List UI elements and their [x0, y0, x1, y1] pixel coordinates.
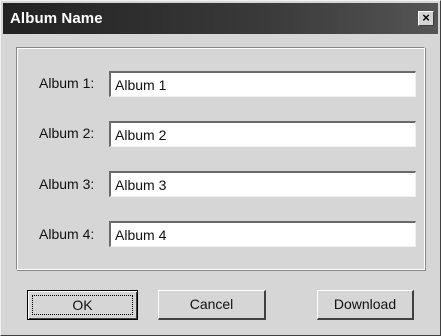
album-3-label: Album 3:: [39, 176, 95, 192]
close-icon[interactable]: ×: [418, 11, 434, 26]
album-name-dialog: Album Name × Album 1: Album 2: Album 3: …: [0, 0, 441, 336]
album-4-input[interactable]: [109, 221, 416, 247]
ok-button[interactable]: OK: [27, 290, 138, 320]
album-1-label: Album 1:: [39, 75, 95, 91]
title-bar[interactable]: Album Name ×: [3, 3, 438, 34]
album-3-input[interactable]: [109, 171, 416, 197]
album-1-input[interactable]: [109, 71, 416, 97]
cancel-button[interactable]: Cancel: [158, 290, 266, 320]
album-2-input[interactable]: [109, 121, 416, 147]
ok-button-label: OK: [32, 295, 133, 315]
dialog-title: Album Name: [10, 10, 103, 27]
album-4-label: Album 4:: [39, 226, 95, 242]
album-2-label: Album 2:: [39, 125, 95, 141]
download-button[interactable]: Download: [317, 290, 414, 320]
